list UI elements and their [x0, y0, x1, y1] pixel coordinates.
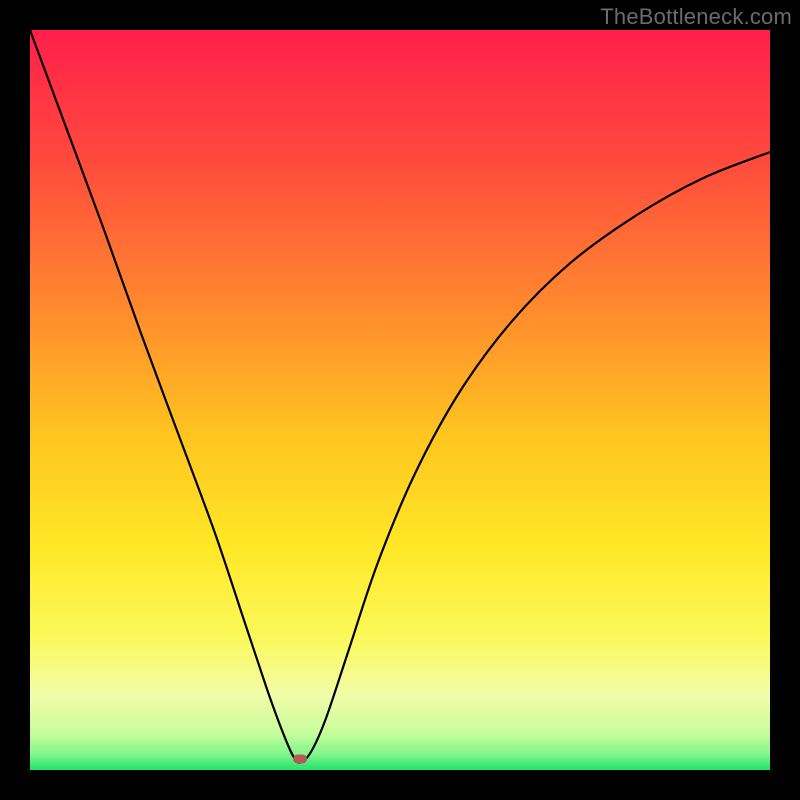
watermark-text: TheBottleneck.com	[600, 4, 792, 30]
plot-area	[30, 30, 770, 770]
optimal-point-marker	[293, 754, 307, 763]
chart-frame: TheBottleneck.com	[0, 0, 800, 800]
